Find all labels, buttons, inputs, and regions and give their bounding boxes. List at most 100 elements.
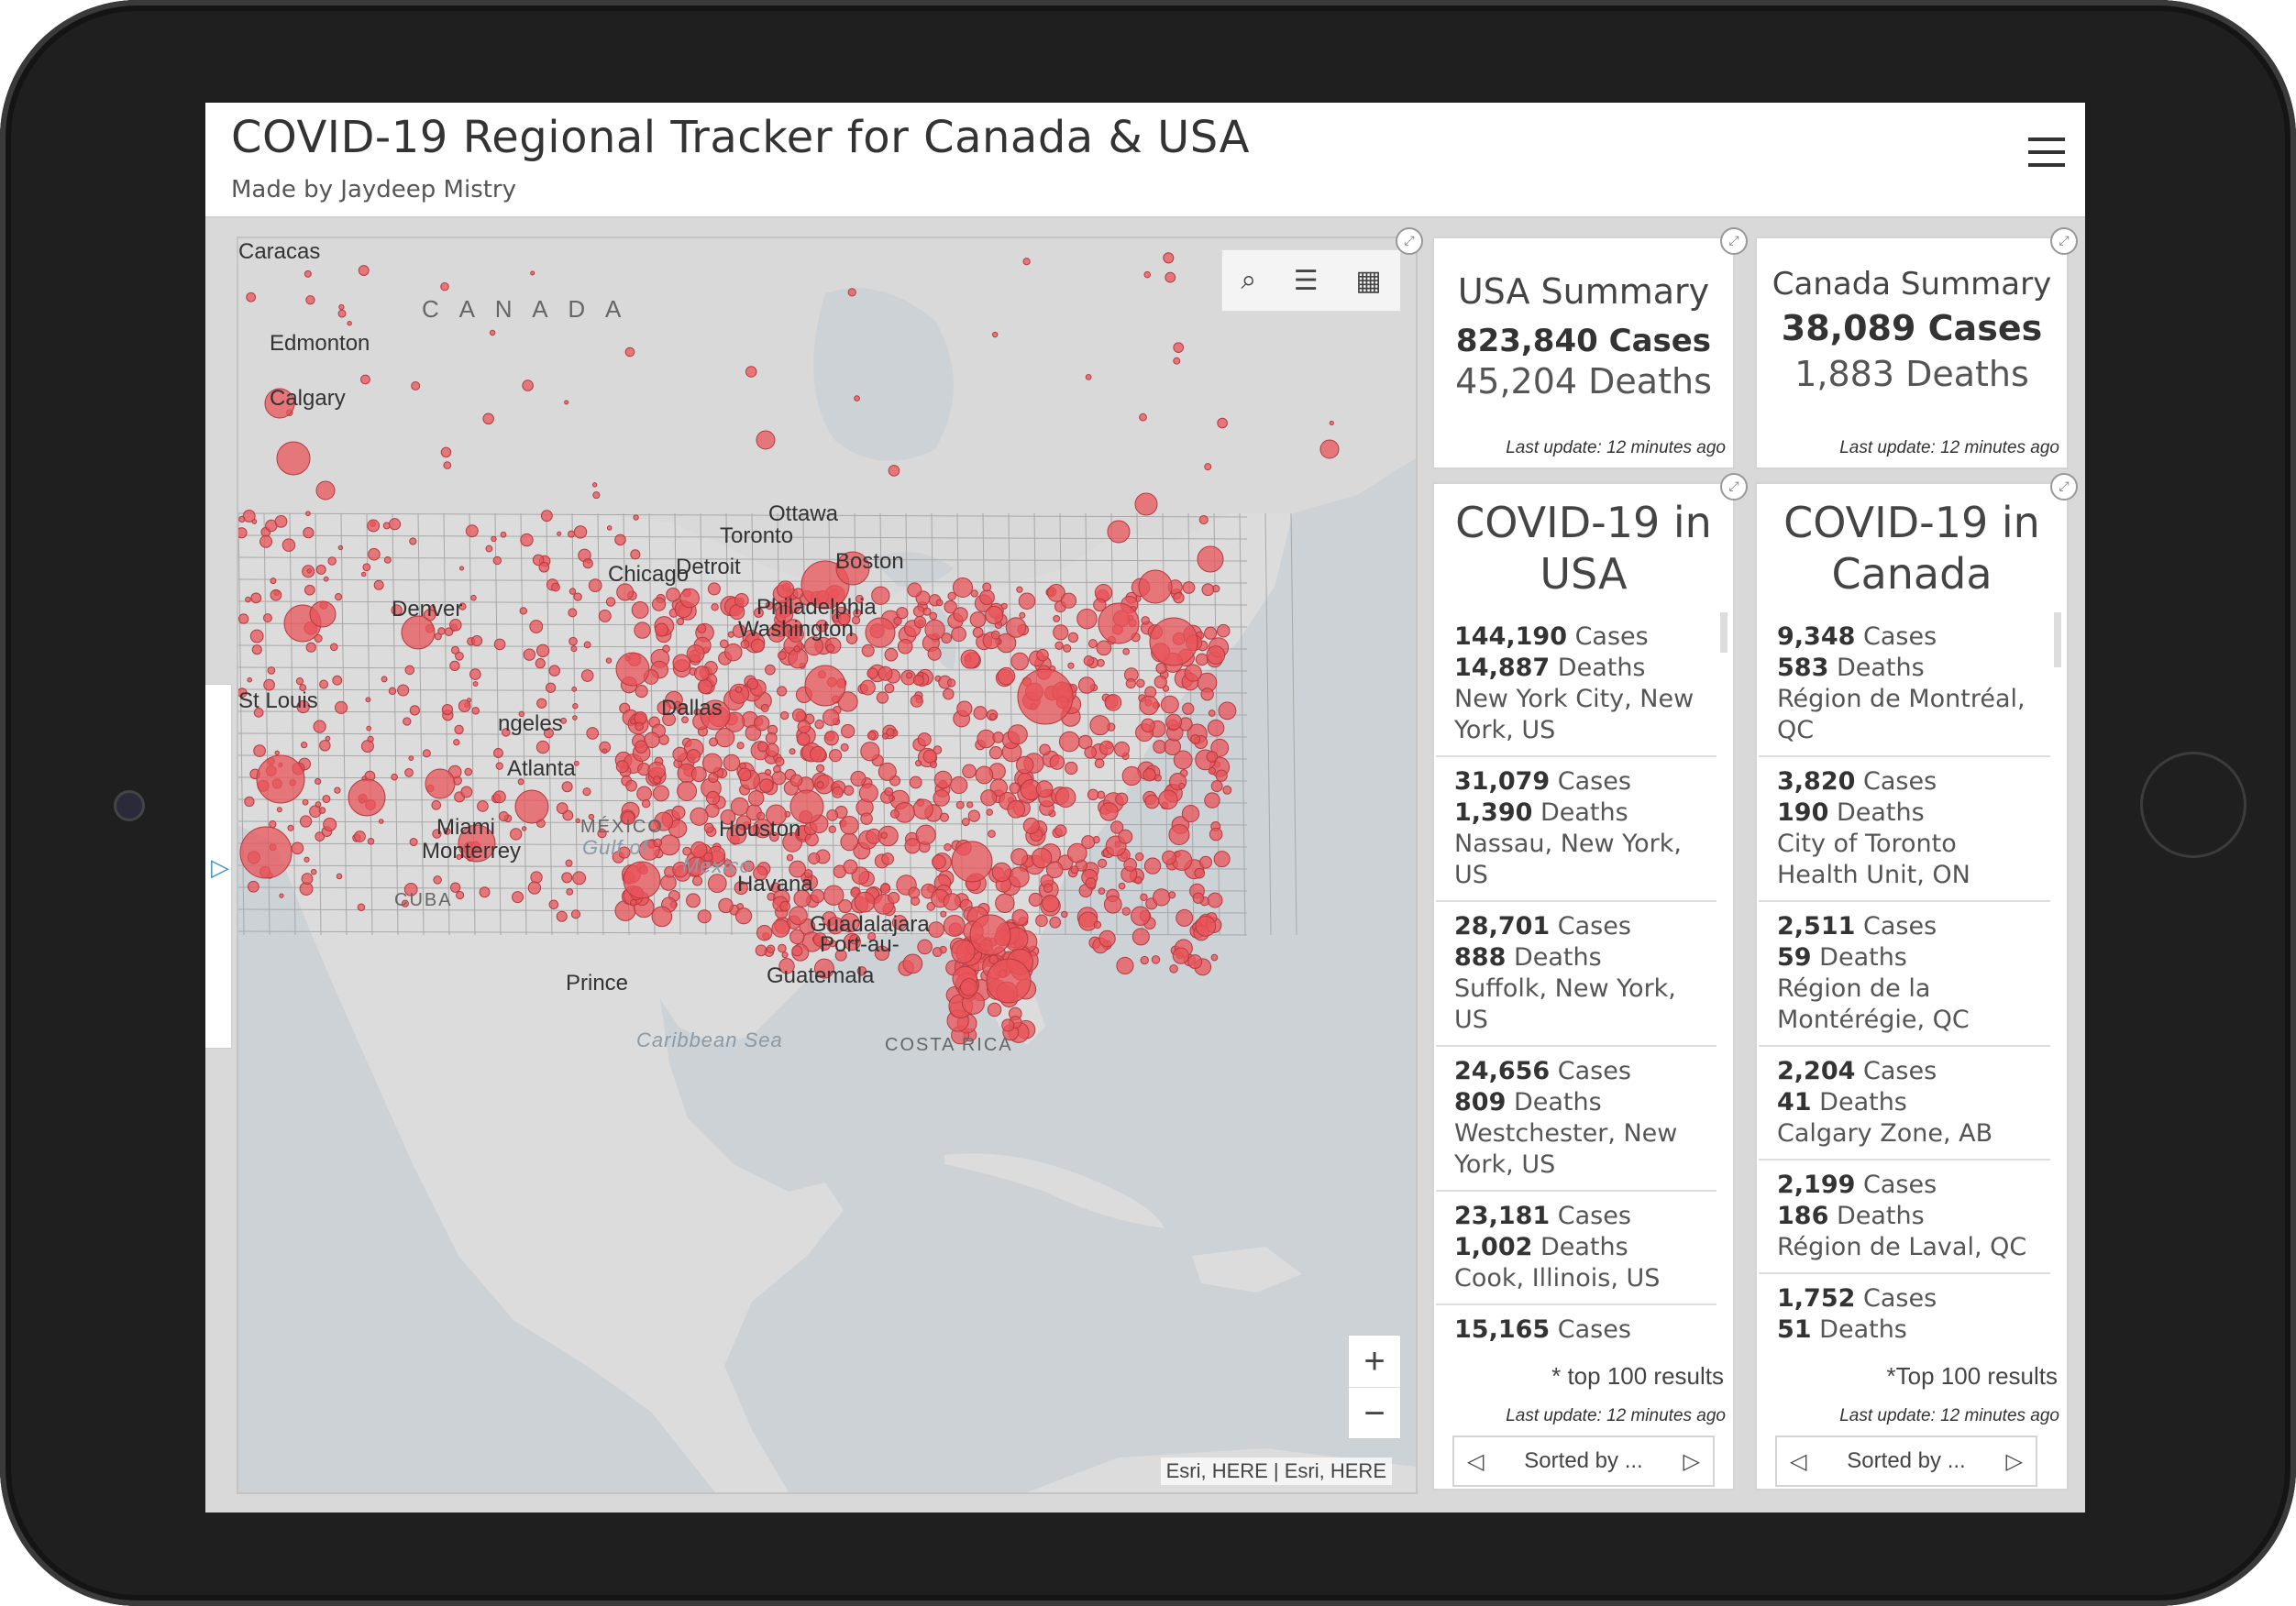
list-item[interactable]: 3,820 Cases 190 Deaths City of Toronto Hea… bbox=[1759, 757, 2050, 902]
canada-sort-label[interactable]: Sorted by ... bbox=[1847, 1448, 1965, 1474]
case-circle bbox=[982, 582, 992, 592]
basemap-gallery-icon[interactable]: ▦ bbox=[1355, 265, 1381, 297]
chevron-right-icon: ▷ bbox=[211, 853, 229, 881]
case-circle bbox=[910, 694, 923, 708]
item-deaths: 190 bbox=[1777, 798, 1829, 827]
canada-list-scrollbar[interactable] bbox=[2054, 612, 2061, 667]
hamburger-icon[interactable] bbox=[2028, 138, 2065, 170]
case-circle bbox=[366, 725, 372, 732]
case-circle bbox=[953, 607, 968, 622]
canada-results-list[interactable]: 9,348 Cases 583 Deaths Région de Montréal,… bbox=[1759, 612, 2050, 1349]
case-circle bbox=[734, 686, 743, 693]
usa-list-scrollbar[interactable] bbox=[1720, 612, 1728, 653]
list-item[interactable]: 24,656 Cases 809 Deaths Westchester, New Y… bbox=[1436, 1047, 1716, 1192]
expand-canada-list-icon[interactable]: ⤢ bbox=[2050, 473, 2078, 500]
item-cases: 9,348 bbox=[1777, 622, 1856, 651]
case-circle bbox=[381, 676, 388, 683]
case-circle bbox=[1063, 644, 1072, 653]
case-circle bbox=[357, 903, 366, 912]
list-item[interactable]: 23,181 Cases 1,002 Deaths Cook, Illinois, … bbox=[1436, 1192, 1716, 1305]
zoom-in-button[interactable]: + bbox=[1349, 1336, 1400, 1388]
list-item[interactable]: 2,199 Cases 186 Deaths Région de Laval, QC bbox=[1759, 1160, 2050, 1274]
canada-list-title-line2: Canada bbox=[1831, 549, 1992, 599]
case-circle bbox=[1199, 855, 1212, 869]
case-circle bbox=[318, 807, 326, 814]
item-cases-label: Cases bbox=[1855, 912, 1937, 940]
page-title: COVID-19 Regional Tracker for Canada & U… bbox=[231, 112, 1250, 163]
list-item[interactable]: 9,348 Cases 583 Deaths Région de Montréal,… bbox=[1759, 612, 2050, 757]
usa-list-title: COVID-19 in USA bbox=[1434, 497, 1733, 600]
sort-next-icon[interactable]: ▷ bbox=[2006, 1448, 2023, 1475]
item-cases: 31,079 bbox=[1454, 767, 1551, 796]
case-circle bbox=[373, 579, 384, 590]
case-circle bbox=[270, 578, 277, 585]
case-circle bbox=[1035, 914, 1048, 928]
case-circle bbox=[658, 834, 680, 856]
list-item[interactable]: 2,204 Cases 41 Deaths Calgary Zone, AB bbox=[1759, 1047, 2050, 1160]
legend-list-icon[interactable]: ☰ bbox=[1294, 265, 1319, 297]
case-circle bbox=[471, 707, 480, 715]
case-circle bbox=[915, 760, 922, 767]
case-circle bbox=[843, 859, 858, 874]
case-circle bbox=[572, 871, 587, 886]
expand-map-icon[interactable]: ⤢ bbox=[1396, 227, 1423, 255]
case-circle bbox=[755, 944, 767, 957]
case-circle bbox=[1053, 614, 1061, 622]
case-circle bbox=[409, 705, 420, 716]
case-circle bbox=[1001, 1018, 1015, 1032]
case-circle bbox=[1067, 662, 1075, 669]
case-circle bbox=[1165, 713, 1183, 731]
case-circle bbox=[259, 534, 273, 548]
list-item[interactable]: 144,190 Cases 14,887 Deaths New York City,… bbox=[1436, 612, 1716, 757]
case-circle bbox=[586, 727, 599, 740]
list-item[interactable]: 31,079 Cases 1,390 Deaths Nassau, New York… bbox=[1436, 757, 1716, 902]
case-circle bbox=[980, 789, 998, 807]
sort-prev-icon[interactable]: ◁ bbox=[1790, 1448, 1806, 1475]
list-item[interactable]: 28,701 Cases 888 Deaths Suffolk, New York,… bbox=[1436, 902, 1716, 1047]
case-circle bbox=[977, 729, 996, 749]
list-item[interactable]: 1,752 Cases51 DeathsPeel Regional Health bbox=[1759, 1274, 2050, 1349]
hotspot-circle bbox=[425, 768, 456, 799]
hotspot-circle bbox=[756, 430, 776, 450]
case-circle bbox=[1096, 640, 1112, 656]
usa-list-footnote: * top 100 results bbox=[1551, 1362, 1724, 1390]
expand-canada-summary-icon[interactable]: ⤢ bbox=[2050, 227, 2078, 255]
case-circle bbox=[411, 380, 421, 390]
expand-usa-summary-icon[interactable]: ⤢ bbox=[1720, 227, 1748, 255]
case-circle bbox=[922, 607, 932, 616]
usa-list-title-line2: USA bbox=[1540, 549, 1628, 599]
case-circle bbox=[295, 677, 304, 686]
case-circle bbox=[1010, 652, 1030, 671]
sort-next-icon[interactable]: ▷ bbox=[1683, 1448, 1700, 1475]
search-icon[interactable]: ⌕ bbox=[1241, 265, 1256, 296]
list-item[interactable]: 2,511 Cases 59 Deaths Région de la Montéré… bbox=[1759, 902, 2050, 1047]
side-panel-toggle[interactable]: ▷ bbox=[205, 684, 232, 1049]
case-circle bbox=[456, 890, 465, 900]
case-circle bbox=[1076, 608, 1098, 630]
case-circle bbox=[653, 785, 669, 802]
map-canvas[interactable]: C A N A D A Edmonton Calgary OttawaToronto B… bbox=[238, 238, 1416, 1492]
expand-usa-list-icon[interactable]: ⤢ bbox=[1720, 473, 1748, 500]
zoom-out-button[interactable]: − bbox=[1349, 1388, 1400, 1439]
item-cases-label: Cases bbox=[1855, 1171, 1937, 1199]
item-cases: 23,181 bbox=[1454, 1202, 1551, 1230]
case-circle bbox=[437, 627, 446, 635]
sort-prev-icon[interactable]: ◁ bbox=[1467, 1448, 1484, 1475]
case-circle bbox=[1172, 947, 1189, 964]
case-circle bbox=[1155, 662, 1167, 675]
usa-results-list[interactable]: 144,190 Cases 14,887 Deaths New York City,… bbox=[1436, 612, 1716, 1349]
list-item[interactable]: 15,165 Cases666 DeathsLos Angeles, Calif… bbox=[1436, 1305, 1716, 1349]
hotspot-circle bbox=[1107, 520, 1131, 544]
case-circle bbox=[786, 853, 794, 862]
zoom-control: + − bbox=[1348, 1335, 1401, 1439]
usa-sort-label[interactable]: Sorted by ... bbox=[1524, 1448, 1642, 1474]
usa-summary-cases: 823,840 Cases bbox=[1455, 323, 1712, 359]
case-circle bbox=[630, 549, 641, 560]
covid-map[interactable]: C A N A D A Edmonton Calgary Ottawa Toronto B… bbox=[237, 236, 1418, 1494]
home-button[interactable] bbox=[2140, 752, 2246, 858]
case-circle bbox=[1168, 891, 1176, 899]
canada-summary-title: Canada Summary bbox=[1772, 266, 2052, 302]
map-label: Caribbean Sea bbox=[636, 1028, 783, 1051]
case-circle bbox=[625, 779, 637, 792]
case-circle bbox=[592, 491, 601, 500]
